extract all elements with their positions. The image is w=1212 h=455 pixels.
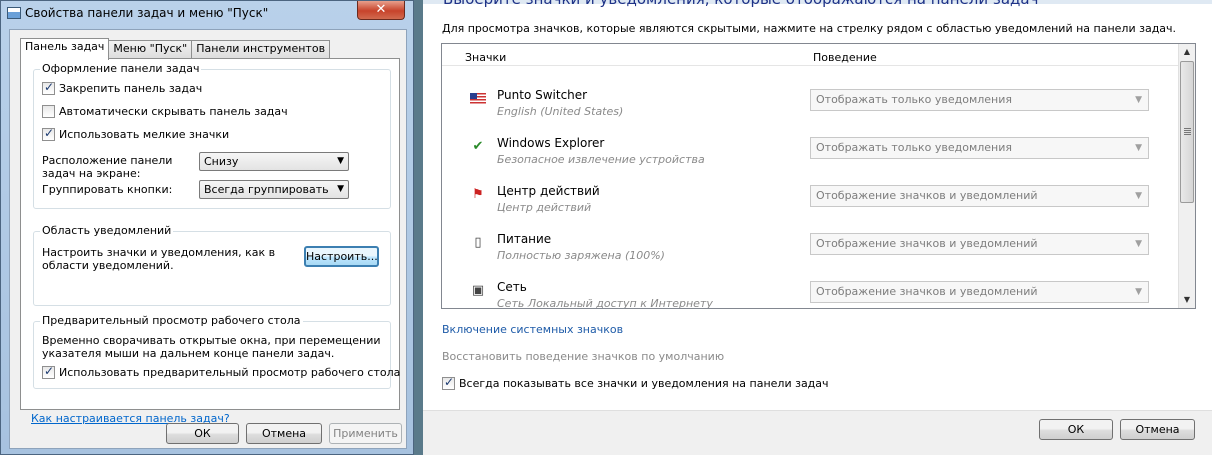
window-app-icon bbox=[7, 7, 21, 19]
power-icon: ▯ bbox=[474, 235, 482, 250]
group-buttons-label: Группировать кнопки: bbox=[42, 183, 173, 196]
dialog-body: Панель задач Меню "Пуск" Панели инструме… bbox=[9, 29, 407, 449]
behavior-value: Отображение значков и уведомлений bbox=[816, 237, 1038, 250]
tab-taskbar[interactable]: Панель задач bbox=[20, 38, 110, 60]
behavior-select[interactable]: Отображение значков и уведомлений ▼ bbox=[810, 281, 1149, 303]
scroll-down-icon[interactable]: ▼ bbox=[1179, 292, 1195, 308]
list-item: ✔ Windows Explorer Безопасное извлечение… bbox=[442, 131, 1178, 179]
group-buttons-select[interactable]: Всегда группировать ▼ bbox=[199, 180, 349, 199]
scroll-thumb[interactable] bbox=[1180, 61, 1194, 203]
group-taskbar-design: Оформление панели задач Закрепить панель… bbox=[33, 62, 391, 209]
group-desktop-preview: Предварительный просмотр рабочего стола … bbox=[33, 314, 400, 389]
use-preview-label: Использовать предварительный просмотр ра… bbox=[59, 366, 401, 379]
action-center-icon: ⚑ bbox=[472, 187, 484, 202]
list-item: ▣ Сеть Сеть Локальный доступ к Интернету… bbox=[442, 275, 1178, 309]
footer-bar: ОК Отмена bbox=[423, 410, 1212, 455]
group-legend: Предварительный просмотр рабочего стола bbox=[40, 314, 303, 327]
small-icons-row[interactable]: Использовать мелкие значки bbox=[42, 126, 230, 141]
use-preview-row[interactable]: Использовать предварительный просмотр ра… bbox=[42, 364, 401, 379]
chevron-down-icon: ▼ bbox=[1135, 143, 1142, 153]
autohide-label: Автоматически скрывать панель задач bbox=[59, 105, 288, 118]
taskbar-properties-dialog: Свойства панели задач и меню "Пуск" ✕ Па… bbox=[0, 0, 414, 455]
list-item: ⚑ Центр действий Центр действий Отображе… bbox=[442, 179, 1178, 227]
preview-description: Временно сворачивать открытые окна, при … bbox=[42, 334, 381, 360]
item-description: Центр действий bbox=[497, 201, 592, 214]
dialog-title: Свойства панели задач и меню "Пуск" bbox=[7, 6, 268, 20]
icons-list[interactable]: Значки Поведение Punto Switcher English … bbox=[441, 43, 1196, 309]
tab-panel-taskbar: Оформление панели задач Закрепить панель… bbox=[20, 58, 400, 425]
apply-button[interactable]: Применить bbox=[329, 423, 402, 444]
customize-button[interactable]: Настроить... bbox=[304, 246, 379, 267]
item-description: Сеть Локальный доступ к Интернету bbox=[497, 297, 713, 309]
small-icons-checkbox[interactable] bbox=[42, 126, 55, 141]
vertical-scrollbar[interactable]: ▲ ▼ bbox=[1178, 44, 1195, 308]
safely-remove-icon: ✔ bbox=[472, 139, 484, 154]
item-description: Полностью заряжена (100%) bbox=[497, 249, 665, 262]
close-button[interactable]: ✕ bbox=[357, 1, 405, 20]
behavior-select[interactable]: Отображение значков и уведомлений ▼ bbox=[810, 233, 1149, 255]
always-show-checkbox[interactable] bbox=[442, 375, 455, 390]
ok-button[interactable]: ОК bbox=[1039, 419, 1113, 440]
location-select[interactable]: Снизу ▼ bbox=[199, 152, 349, 171]
scroll-up-icon[interactable]: ▲ bbox=[1179, 44, 1195, 60]
location-select-value: Снизу bbox=[204, 155, 239, 168]
item-description: English (United States) bbox=[497, 105, 624, 118]
item-name: Сеть bbox=[497, 280, 527, 294]
page-title: Выберите значки и уведомления, которые о… bbox=[443, 0, 1038, 8]
always-show-label: Всегда показывать все значки и уведомлен… bbox=[459, 377, 829, 390]
restore-defaults-link[interactable]: Восстановить поведение значков по умолча… bbox=[442, 350, 724, 363]
group-buttons-select-value: Всегда группировать bbox=[204, 183, 329, 196]
behavior-value: Отображение значков и уведомлений bbox=[816, 285, 1038, 298]
location-label: Расположение панели задач на экране: bbox=[42, 154, 173, 180]
chevron-down-icon: ▼ bbox=[1135, 95, 1142, 105]
list-item: Punto Switcher English (United States) О… bbox=[442, 83, 1178, 131]
us-flag-icon bbox=[470, 91, 486, 107]
chevron-down-icon: ▼ bbox=[1135, 239, 1142, 249]
info-text: Для просмотра значков, которые являются … bbox=[442, 22, 1177, 35]
item-description: Безопасное извлечение устройства bbox=[497, 153, 705, 166]
lock-taskbar-checkbox[interactable] bbox=[42, 80, 55, 95]
always-show-row[interactable]: Всегда показывать все значки и уведомлен… bbox=[442, 375, 829, 390]
autohide-checkbox[interactable] bbox=[42, 105, 55, 118]
chevron-down-icon: ▼ bbox=[337, 184, 344, 194]
item-name: Питание bbox=[497, 232, 552, 246]
lock-taskbar-row[interactable]: Закрепить панель задач bbox=[42, 80, 203, 95]
tab-toolbars[interactable]: Панели инструментов bbox=[191, 40, 331, 59]
grip-icon bbox=[1184, 128, 1191, 135]
column-header-behavior: Поведение bbox=[813, 51, 877, 64]
list-header: Значки Поведение bbox=[442, 44, 1178, 66]
behavior-select[interactable]: Отображение значков и уведомлений ▼ bbox=[810, 185, 1149, 207]
item-name: Punto Switcher bbox=[497, 88, 588, 102]
close-icon: ✕ bbox=[375, 2, 387, 17]
group-legend: Область уведомлений bbox=[40, 224, 174, 237]
behavior-select[interactable]: Отображать только уведомления ▼ bbox=[810, 137, 1149, 159]
notification-description: Настроить значки и уведомления, как в об… bbox=[42, 246, 276, 272]
item-name: Windows Explorer bbox=[497, 136, 605, 150]
tab-strip: Панель задач Меню "Пуск" Панели инструме… bbox=[20, 38, 331, 60]
behavior-value: Отображение значков и уведомлений bbox=[816, 189, 1038, 202]
list-item: ▯ Питание Полностью заряжена (100%) Отоб… bbox=[442, 227, 1178, 275]
cancel-button[interactable]: Отмена bbox=[246, 423, 322, 444]
system-icons-link[interactable]: Включение системных значков bbox=[442, 323, 623, 336]
behavior-value: Отображать только уведомления bbox=[816, 93, 1013, 106]
group-legend: Оформление панели задач bbox=[40, 62, 202, 75]
network-icon: ▣ bbox=[471, 283, 485, 298]
chevron-down-icon: ▼ bbox=[337, 156, 344, 166]
small-icons-label: Использовать мелкие значки bbox=[59, 128, 230, 141]
tab-start-menu[interactable]: Меню "Пуск" bbox=[108, 40, 193, 59]
autohide-row[interactable]: Автоматически скрывать панель задач bbox=[42, 105, 288, 118]
notification-icons-window: Выберите значки и уведомления, которые о… bbox=[423, 0, 1212, 455]
lock-taskbar-label: Закрепить панель задач bbox=[59, 82, 203, 95]
cancel-button[interactable]: Отмена bbox=[1120, 419, 1195, 440]
behavior-select[interactable]: Отображать только уведомления ▼ bbox=[810, 89, 1149, 111]
column-header-icons: Значки bbox=[465, 51, 507, 64]
chevron-down-icon: ▼ bbox=[1135, 287, 1142, 297]
chevron-down-icon: ▼ bbox=[1135, 191, 1142, 201]
ok-button[interactable]: ОК bbox=[166, 423, 239, 444]
item-name: Центр действий bbox=[497, 184, 600, 198]
dialog-title-text: Свойства панели задач и меню "Пуск" bbox=[25, 6, 269, 20]
group-notification-area: Область уведомлений Настроить значки и у… bbox=[33, 224, 391, 306]
use-preview-checkbox[interactable] bbox=[42, 364, 55, 379]
behavior-value: Отображать только уведомления bbox=[816, 141, 1013, 154]
